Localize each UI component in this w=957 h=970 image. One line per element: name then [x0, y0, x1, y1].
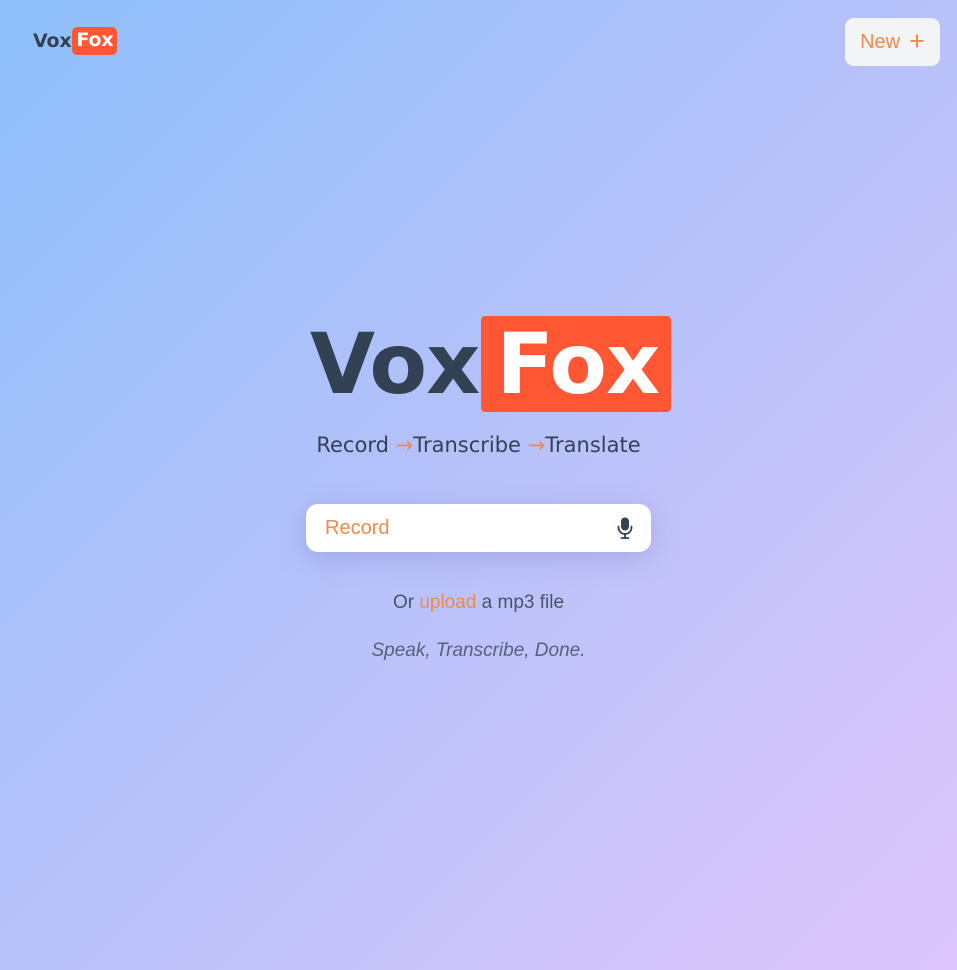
upload-suffix: a mp3 file — [481, 592, 565, 613]
upload-line: Or upload a mp3 file — [0, 592, 957, 614]
new-button-label: New — [860, 30, 901, 53]
tagline: Record →Transcribe →Translate — [0, 433, 957, 457]
logo-vox: Vox — [33, 30, 72, 52]
hero-title-vox: Vox — [310, 315, 480, 413]
tagline-translate: Translate — [545, 433, 641, 457]
logo-fox: Fox — [72, 27, 118, 55]
record-button[interactable]: Record — [306, 504, 651, 552]
new-button[interactable]: New + — [845, 18, 940, 66]
motto-text: Speak, Transcribe, Done. — [371, 640, 586, 661]
record-label: Record — [325, 516, 390, 539]
microphone-icon — [617, 517, 633, 539]
upload-prefix: Or — [392, 592, 415, 613]
tagline-record: Record — [316, 433, 389, 457]
tagline-transcribe: Transcribe — [413, 433, 521, 457]
arrow-icon: → — [395, 433, 414, 457]
header-logo[interactable]: Vox Fox — [33, 27, 118, 55]
plus-icon: + — [909, 26, 925, 56]
upload-link[interactable]: upload — [419, 592, 476, 613]
hero-title: Vox Fox — [310, 315, 672, 413]
arrow-icon: → — [527, 433, 546, 457]
hero-title-fox: Fox — [481, 316, 672, 412]
